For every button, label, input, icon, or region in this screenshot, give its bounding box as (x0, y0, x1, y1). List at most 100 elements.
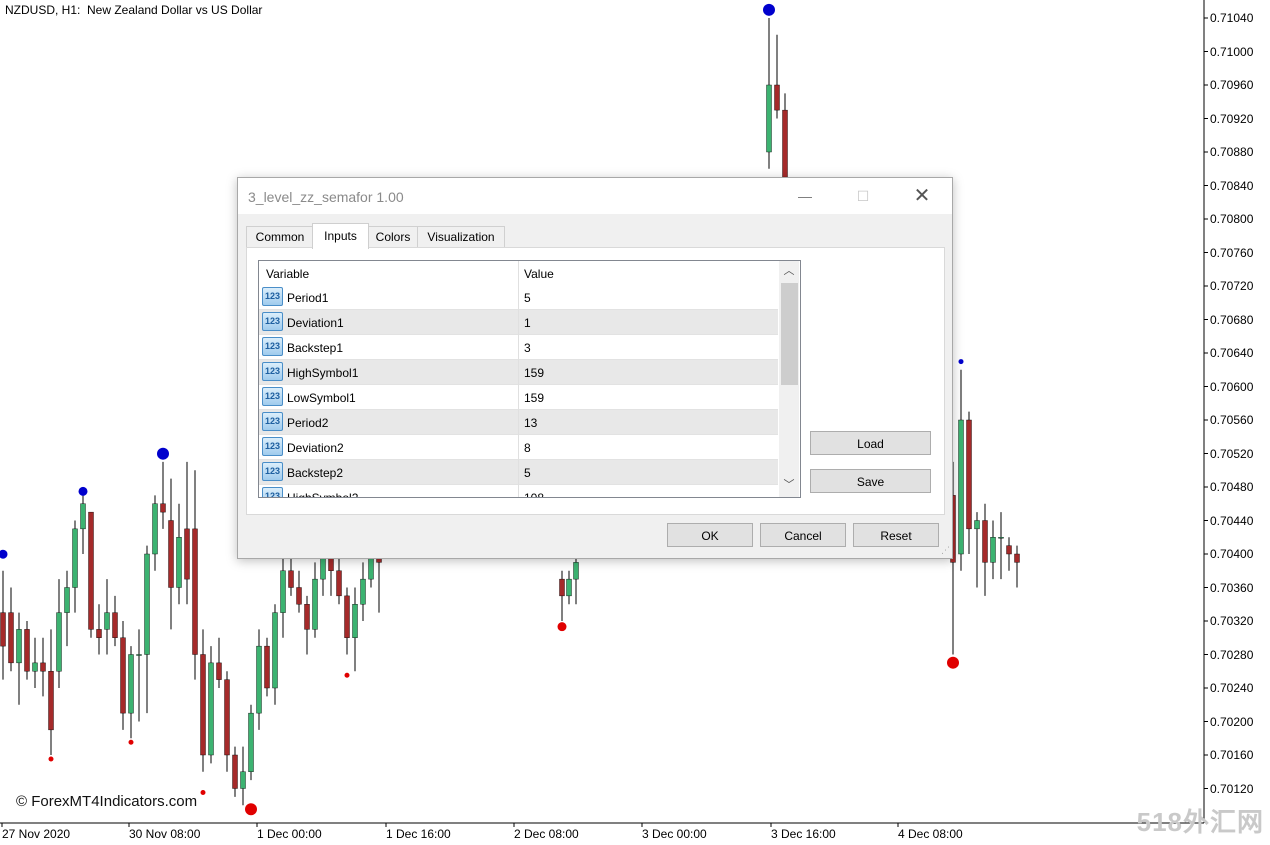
candle-body (566, 578, 572, 597)
time-tick-label: 1 Dec 00:00 (257, 827, 322, 841)
price-tick-label: 0.70720 (1210, 279, 1254, 293)
candle-body (256, 645, 262, 714)
inputs-grid[interactable]: Variable Value 123 Period1 5 123 Deviation1 1… (258, 260, 801, 498)
candle-body (573, 562, 579, 580)
grid-scrollbar[interactable]: ︿ ﹀ (779, 261, 799, 497)
candle-body (40, 662, 46, 672)
price-tick-label: 0.70760 (1210, 245, 1254, 260)
integer-type-icon: 123 (262, 437, 283, 456)
grid-header: Variable Value (259, 261, 779, 285)
candle-body (136, 654, 142, 656)
reset-button[interactable]: Reset (853, 523, 939, 547)
integer-type-icon: 123 (262, 287, 283, 306)
candle-body (360, 578, 366, 605)
price-tick-label: 0.70400 (1210, 547, 1254, 561)
candle-body (48, 671, 54, 731)
column-header-value[interactable]: Value (524, 267, 554, 281)
integer-type-icon: 123 (262, 487, 283, 497)
cancel-button[interactable]: Cancel (760, 523, 846, 547)
candle-body (96, 629, 102, 638)
candle-body (208, 662, 214, 756)
candle-body (200, 654, 206, 756)
row-value[interactable]: 13 (524, 416, 537, 430)
integer-type-icon: 123 (262, 362, 283, 381)
swing-high-marker (78, 486, 88, 496)
candle-body (128, 654, 134, 714)
integer-type-icon: 123 (262, 312, 283, 331)
swing-low-marker (344, 672, 350, 678)
candle-body (264, 645, 270, 689)
candle-body (296, 587, 302, 605)
price-tick-label: 0.70800 (1210, 212, 1254, 226)
row-value[interactable]: 159 (524, 366, 544, 380)
candle-body (152, 503, 158, 555)
candle-body (344, 595, 350, 638)
swing-low-marker (557, 622, 567, 632)
ok-button[interactable]: OK (667, 523, 753, 547)
candle-body (24, 629, 30, 672)
integer-type-icon: 123 (262, 462, 283, 481)
tab-visualization[interactable]: Visualization (417, 226, 505, 248)
dialog-title: 3_level_zz_semafor 1.00 (248, 189, 404, 205)
resize-grip-icon[interactable]: ⋰ (941, 545, 950, 556)
price-tick-label: 0.70160 (1210, 748, 1254, 762)
tab-common[interactable]: Common (246, 226, 314, 248)
maximize-button[interactable]: ☐ (843, 184, 883, 208)
candle-body (64, 587, 70, 613)
corner-logo: 518外汇网 (1136, 807, 1264, 837)
tab-colors[interactable]: Colors (367, 226, 419, 248)
row-value[interactable]: 1 (524, 316, 531, 330)
column-header-variable[interactable]: Variable (266, 267, 309, 281)
load-button[interactable]: Load (810, 431, 931, 455)
swing-low-marker (48, 756, 54, 762)
swing-high-marker (157, 447, 169, 460)
scroll-thumb[interactable] (781, 283, 798, 385)
scroll-down-icon[interactable]: ﹀ (779, 475, 799, 495)
price-tick-label: 0.70480 (1210, 480, 1254, 494)
price-tick-label: 0.71000 (1210, 44, 1254, 59)
price-tick-label: 0.70960 (1210, 78, 1254, 92)
price-tick-label: 0.70320 (1210, 614, 1254, 628)
integer-type-icon: 123 (262, 337, 283, 356)
candle-body (990, 537, 996, 563)
price-tick-label: 0.70640 (1210, 346, 1254, 360)
row-value[interactable]: 5 (524, 291, 531, 305)
candle-body (352, 604, 358, 638)
row-value[interactable]: 159 (524, 391, 544, 405)
close-icon[interactable]: ✕ (902, 184, 942, 208)
candle-body (104, 612, 110, 630)
dialog-titlebar[interactable]: 3_level_zz_semafor 1.00 — ☐ ✕ (238, 178, 952, 214)
time-tick-label: 2 Dec 08:00 (514, 827, 579, 841)
candle-body (248, 712, 254, 772)
price-tick-label: 0.70200 (1210, 714, 1254, 729)
candle-body (120, 637, 126, 714)
candle-body (144, 553, 150, 655)
minimize-button[interactable]: — (785, 184, 825, 208)
row-value[interactable]: 8 (524, 441, 531, 455)
candle-body (288, 570, 294, 588)
candle-body (312, 578, 318, 630)
scroll-up-icon[interactable]: ︿ (779, 261, 799, 281)
candle-body (998, 537, 1004, 539)
candle-body (766, 84, 772, 153)
row-value[interactable]: 108 (524, 491, 544, 497)
swing-low-marker (128, 739, 134, 745)
candle-body (16, 629, 22, 664)
row-variable: Deviation1 (287, 316, 344, 330)
swing-low-marker (245, 803, 257, 816)
candle-body (304, 604, 310, 630)
time-tick-label: 3 Dec 16:00 (771, 827, 836, 841)
candle-body (32, 662, 38, 672)
tab-inputs[interactable]: Inputs (312, 223, 369, 249)
price-tick-label: 0.70680 (1210, 312, 1254, 327)
candle-body (176, 537, 182, 588)
candle-body (88, 511, 94, 630)
row-variable: Period2 (287, 416, 329, 430)
save-button[interactable]: Save (810, 469, 931, 493)
candle-body (966, 419, 972, 530)
candle-body (56, 612, 62, 672)
time-tick-label: 1 Dec 16:00 (386, 827, 451, 841)
row-value[interactable]: 5 (524, 466, 531, 480)
time-tick-label: 27 Nov 2020 (2, 827, 71, 841)
row-value[interactable]: 3 (524, 341, 531, 355)
